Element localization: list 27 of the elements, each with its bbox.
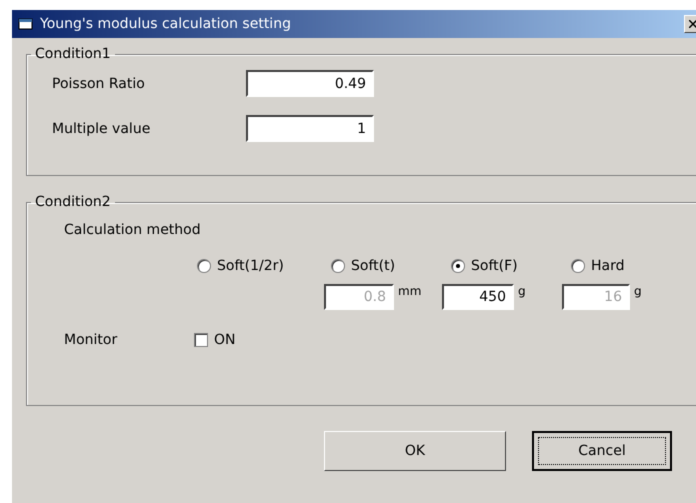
unit-label: mm	[398, 284, 422, 298]
unit-label: g	[518, 284, 527, 298]
checkbox[interactable]	[194, 333, 208, 347]
radio-button[interactable]	[571, 259, 585, 273]
radio-button[interactable]	[331, 259, 345, 273]
close-icon	[689, 20, 696, 28]
cancel-button[interactable]: Cancel	[532, 431, 672, 471]
section-label: Calculation method	[64, 222, 201, 238]
field-label: Multiple value	[52, 120, 152, 136]
radio-label: Soft(1/2r)	[217, 258, 284, 274]
input-field[interactable]: 450	[442, 284, 514, 310]
radio-label: Soft(F)	[471, 258, 518, 274]
radio-button[interactable]	[451, 259, 465, 273]
checkbox-label: ON	[214, 332, 236, 348]
field-label: Poisson Ratio	[52, 76, 146, 92]
window-title: Young's modulus calculation setting	[40, 16, 292, 32]
radio-label: Hard	[591, 258, 625, 274]
group-title: Condition1	[34, 46, 112, 62]
input-field[interactable]: 0.49	[246, 70, 374, 97]
radio-label: Soft(t)	[351, 258, 396, 274]
field-label: Monitor	[64, 332, 118, 348]
unit-label: g	[634, 284, 643, 298]
ok-button[interactable]: OK	[324, 431, 506, 471]
group-title: Condition2	[34, 194, 112, 210]
window-icon	[18, 17, 34, 31]
radio-button[interactable]	[197, 259, 211, 273]
input-field[interactable]: 1	[246, 115, 374, 142]
